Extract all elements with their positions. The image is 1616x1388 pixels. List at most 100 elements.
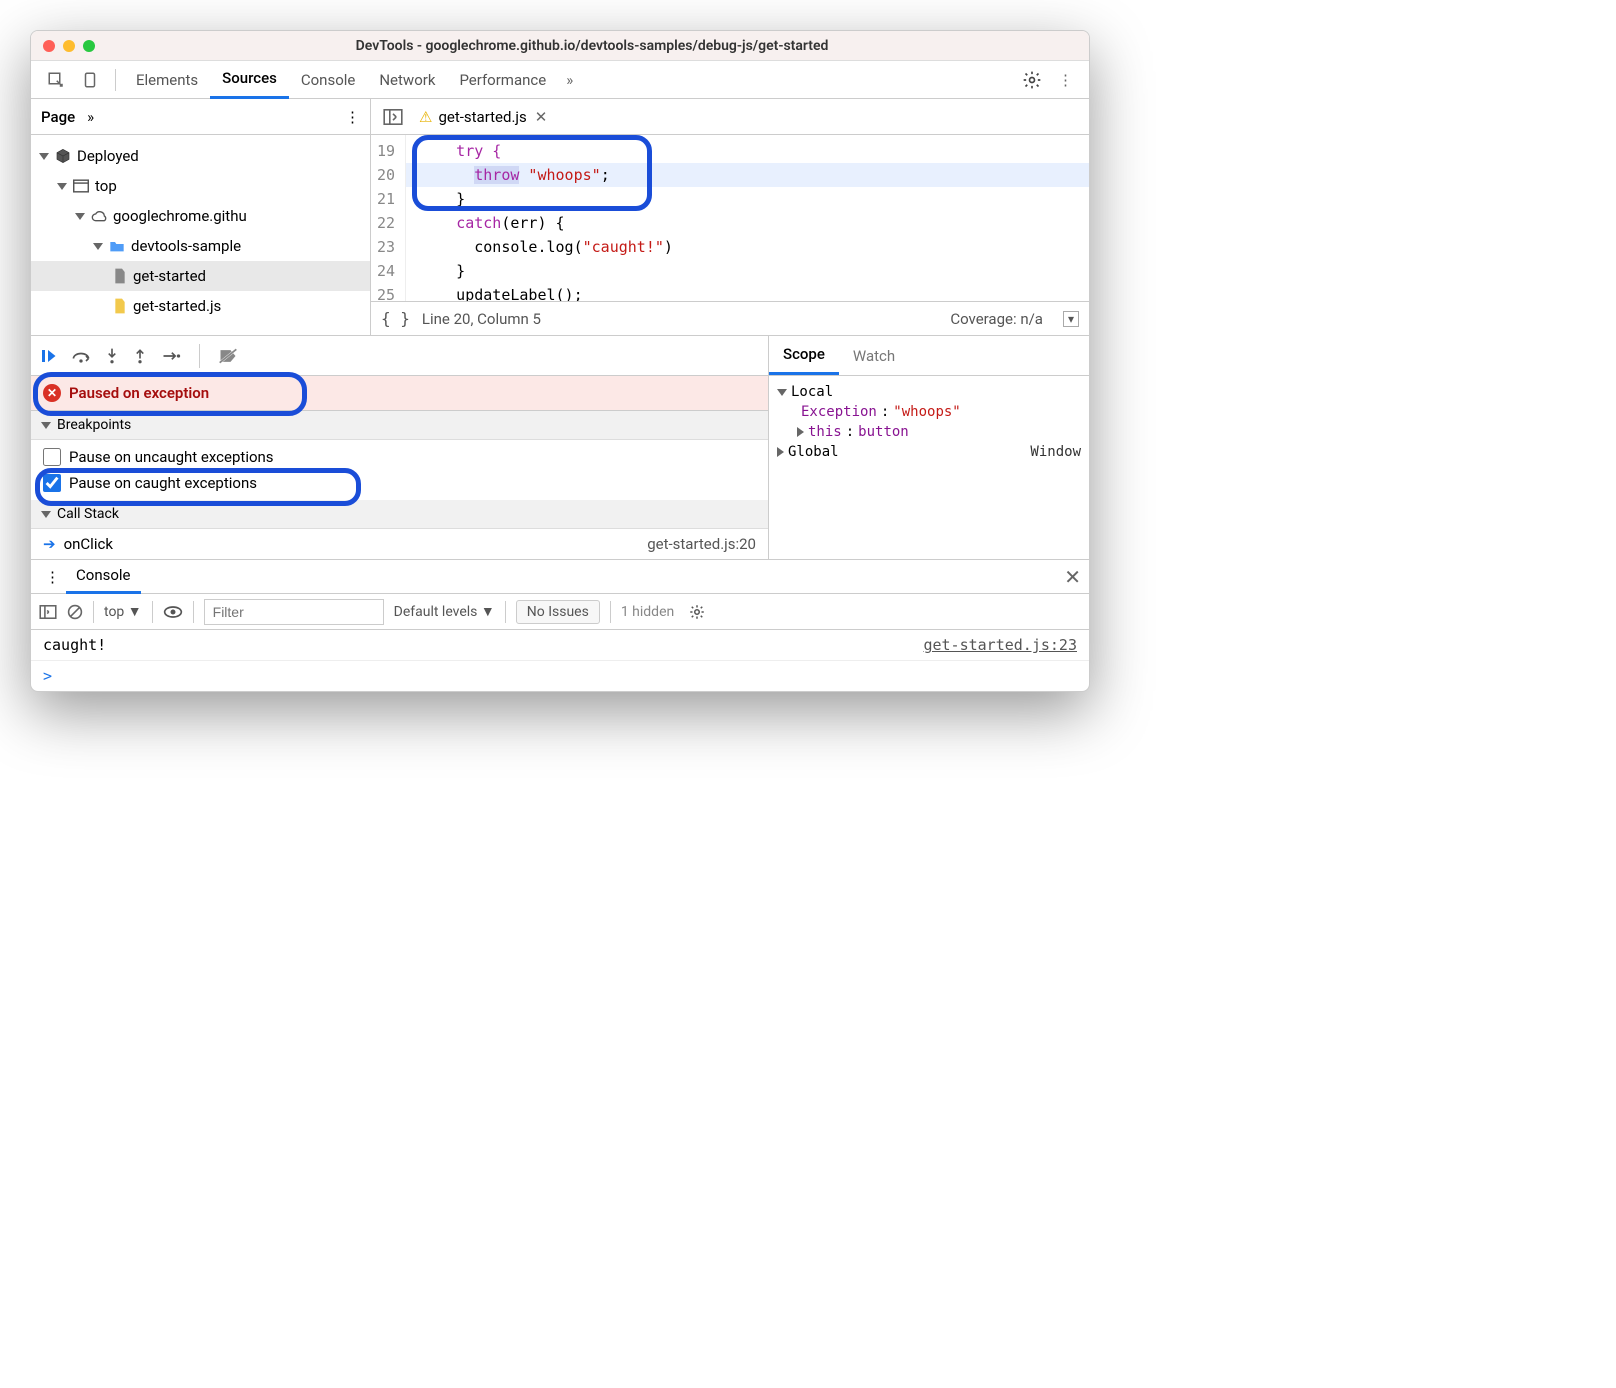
settings-gear-icon[interactable] bbox=[1014, 70, 1050, 90]
navigator-menu-icon[interactable]: ⋮ bbox=[345, 108, 360, 126]
kebab-menu-icon[interactable]: ⋮ bbox=[1050, 71, 1081, 89]
step-out-icon[interactable] bbox=[133, 347, 147, 365]
log-message: caught! bbox=[43, 636, 106, 654]
devtools-window: DevTools - googlechrome.github.io/devtoo… bbox=[30, 30, 1090, 692]
console-tab[interactable]: Console bbox=[66, 560, 141, 594]
line-number: 19 bbox=[377, 139, 395, 163]
cloud-icon bbox=[91, 209, 107, 223]
device-toolbar-icon[interactable] bbox=[73, 71, 107, 89]
debugger-left: ✕ Paused on exception Breakpoints Pause … bbox=[31, 336, 769, 559]
callstack-header[interactable]: Call Stack bbox=[31, 500, 768, 529]
scope-local[interactable]: Local bbox=[777, 382, 1081, 402]
coverage-info: Coverage: n/a bbox=[950, 310, 1043, 328]
code-area[interactable]: 19 20 21 22 23 24 25 try { throw "whoops… bbox=[371, 135, 1089, 301]
js-file-icon bbox=[113, 298, 127, 314]
tree-file-js[interactable]: get-started.js bbox=[31, 291, 370, 321]
paused-label: Paused on exception bbox=[69, 384, 209, 402]
code-editor: 19 20 21 22 23 24 25 try { throw "whoops… bbox=[371, 135, 1089, 335]
resume-button-icon[interactable] bbox=[39, 347, 57, 365]
tab-elements[interactable]: Elements bbox=[124, 61, 210, 99]
filter-input[interactable] bbox=[204, 599, 384, 625]
more-tabs-icon[interactable]: » bbox=[558, 71, 581, 89]
pause-caught-row[interactable]: Pause on caught exceptions bbox=[31, 470, 768, 496]
chevron-right-icon bbox=[797, 427, 804, 437]
callstack-frame[interactable]: ➔ onClick get-started.js:20 bbox=[31, 529, 768, 559]
console-sidebar-icon[interactable] bbox=[39, 605, 57, 619]
divider bbox=[193, 601, 194, 623]
live-expression-icon[interactable] bbox=[163, 605, 183, 619]
frame-function: onClick bbox=[64, 535, 113, 553]
tab-sources[interactable]: Sources bbox=[210, 61, 289, 99]
context-selector[interactable]: top ▼ bbox=[104, 603, 142, 620]
line-gutter: 19 20 21 22 23 24 25 bbox=[371, 135, 406, 301]
pretty-print-icon[interactable]: { } bbox=[381, 309, 410, 328]
close-drawer-icon[interactable]: ✕ bbox=[1064, 565, 1081, 589]
tab-network[interactable]: Network bbox=[367, 61, 447, 99]
pause-caught-checkbox[interactable] bbox=[43, 474, 61, 492]
code-line: try { bbox=[406, 139, 1089, 163]
tab-performance[interactable]: Performance bbox=[447, 61, 558, 99]
tree-domain[interactable]: googlechrome.githu bbox=[31, 201, 370, 231]
tree-top[interactable]: top bbox=[31, 171, 370, 201]
inspect-element-icon[interactable] bbox=[39, 71, 73, 89]
navigator-pane-header: Page » ⋮ bbox=[31, 99, 371, 134]
show-navigator-icon[interactable] bbox=[379, 109, 407, 125]
clear-console-icon[interactable] bbox=[67, 604, 83, 620]
debugger-panels: ✕ Paused on exception Breakpoints Pause … bbox=[31, 335, 1089, 559]
breakpoints-header[interactable]: Breakpoints bbox=[31, 411, 768, 440]
scope-value: Window bbox=[1030, 444, 1081, 460]
issues-button[interactable]: No Issues bbox=[516, 600, 600, 624]
tree-deployed[interactable]: Deployed bbox=[31, 141, 370, 171]
console-prompt[interactable]: > bbox=[31, 661, 1089, 691]
tab-console[interactable]: Console bbox=[289, 61, 368, 99]
console-settings-icon[interactable] bbox=[688, 603, 706, 621]
pause-uncaught-row[interactable]: Pause on uncaught exceptions bbox=[31, 444, 768, 470]
step-over-icon[interactable] bbox=[71, 348, 91, 364]
line-number: 21 bbox=[377, 187, 395, 211]
tree-folder[interactable]: devtools-sample bbox=[31, 231, 370, 261]
divider bbox=[505, 601, 506, 623]
close-tab-icon[interactable]: ✕ bbox=[535, 108, 548, 126]
titlebar: DevTools - googlechrome.github.io/devtoo… bbox=[31, 31, 1089, 61]
expand-panel-icon[interactable]: ▾ bbox=[1063, 311, 1079, 327]
console-log-row[interactable]: caught! get-started.js:23 bbox=[31, 630, 1089, 661]
frame-icon bbox=[73, 179, 89, 193]
tree-label: top bbox=[95, 177, 117, 195]
file-tab[interactable]: ⚠ get-started.js ✕ bbox=[413, 108, 553, 126]
log-levels-selector[interactable]: Default levels ▼ bbox=[394, 603, 495, 620]
line-number: 23 bbox=[377, 235, 395, 259]
var-name: Exception bbox=[801, 404, 877, 420]
var-name: this bbox=[808, 424, 842, 440]
console-drawer: ⋮ Console ✕ top ▼ Default levels ▼ No Is… bbox=[31, 559, 1089, 691]
drawer-menu-icon[interactable]: ⋮ bbox=[39, 568, 66, 586]
colon: : bbox=[846, 424, 854, 440]
divider bbox=[115, 69, 116, 91]
step-icon[interactable] bbox=[161, 349, 181, 363]
tab-watch[interactable]: Watch bbox=[839, 336, 909, 375]
divider bbox=[152, 601, 153, 623]
close-window-button[interactable] bbox=[43, 40, 55, 52]
current-frame-icon: ➔ bbox=[43, 535, 56, 553]
tree-file-html[interactable]: get-started bbox=[31, 261, 370, 291]
warning-icon: ⚠ bbox=[419, 108, 432, 126]
tree-label: googlechrome.githu bbox=[113, 207, 247, 225]
scope-var-exception[interactable]: Exception: "whoops" bbox=[777, 402, 1081, 422]
deactivate-breakpoints-icon[interactable] bbox=[218, 347, 238, 365]
exception-icon: ✕ bbox=[43, 384, 61, 402]
pause-uncaught-checkbox[interactable] bbox=[43, 448, 61, 466]
maximize-window-button[interactable] bbox=[83, 40, 95, 52]
line-number: 25 bbox=[377, 283, 395, 301]
code-line-paused: throw "whoops"; bbox=[406, 163, 1089, 187]
log-source-link[interactable]: get-started.js:23 bbox=[923, 636, 1077, 654]
navigator-more-tabs-icon[interactable]: » bbox=[87, 108, 94, 126]
scope-var-this[interactable]: this: button bbox=[777, 422, 1081, 442]
tab-scope[interactable]: Scope bbox=[769, 336, 839, 375]
step-into-icon[interactable] bbox=[105, 347, 119, 365]
scope-global[interactable]: Global Window bbox=[777, 442, 1081, 462]
chevron-down-icon bbox=[39, 153, 49, 160]
chevron-down-icon bbox=[41, 422, 51, 429]
divider bbox=[610, 601, 611, 623]
minimize-window-button[interactable] bbox=[63, 40, 75, 52]
scope-tabs: Scope Watch bbox=[769, 336, 1089, 376]
navigator-tab-page[interactable]: Page bbox=[41, 108, 75, 126]
